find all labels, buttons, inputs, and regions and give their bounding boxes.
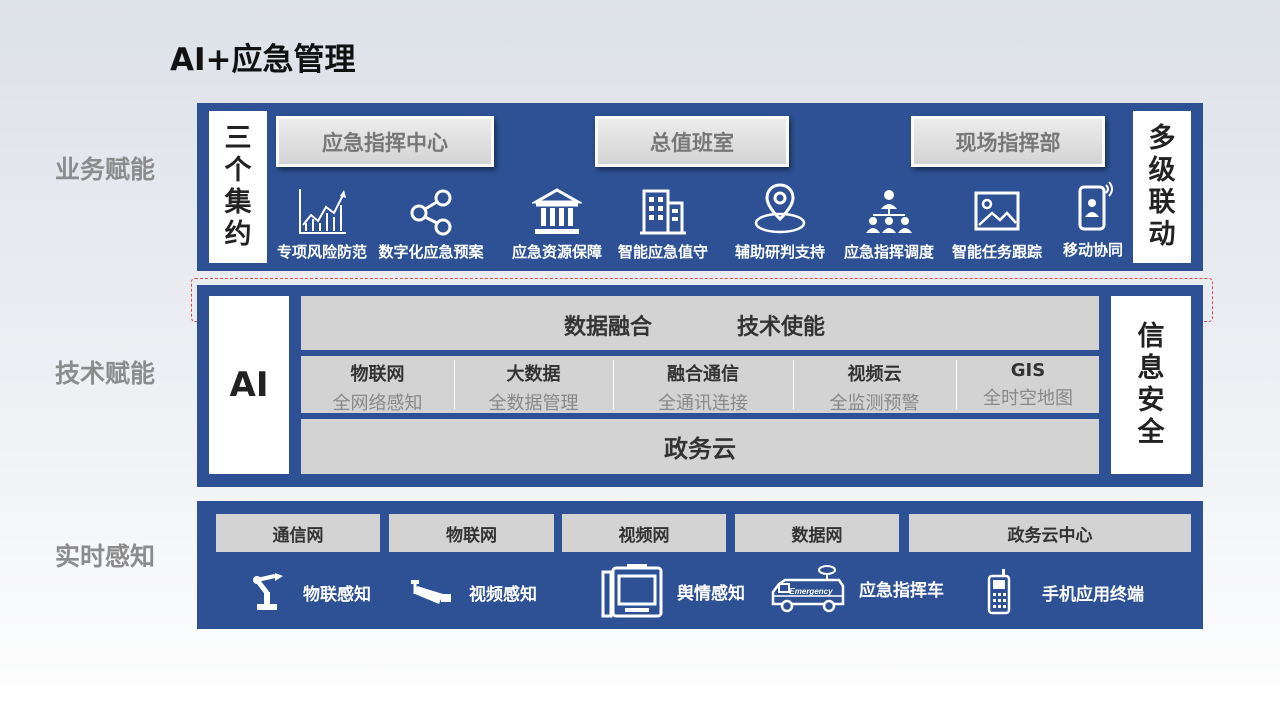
network-comm: 通信网 [216,514,380,552]
sensing-mobile-terminal-label: 手机应用终端 [1042,584,1144,605]
tech-cell-subtitle: 全网络感知 [332,393,423,414]
tech-cell-subtitle: 全数据管理 [488,393,579,414]
tech-cell-title: 大数据 [506,364,561,385]
page-title: AI+应急管理 [170,42,356,78]
bank-icon [532,188,582,234]
three-intensive-text: 三个集约 [224,123,252,250]
tech-cell-video-cloud: 视频云 全监测预警 [794,356,955,414]
share-icon [410,189,452,236]
business-panel: 三个集约 多级联动 应急指挥中心 总值班室 现场指挥部 专项风险防范 数字化应急 [197,103,1203,271]
mobile-collab-item[interactable]: 移动协同 [1031,179,1155,260]
info-security-box: 信息安全 [1111,296,1191,474]
risk-prevention-item[interactable]: 专项风险防范 [260,187,384,262]
realtime-panel: 通信网 物联网 视频网 数据网 政务云中心 物联感知 视频感知 舆情感知 Eme… [197,501,1203,629]
tech-cell-gis: GIS 全时空地图 [957,356,1099,411]
network-data: 数据网 [735,514,899,552]
decision-support-label: 辅助研判支持 [734,243,825,261]
chart-icon [299,189,346,234]
sensing-command-vehicle-label: 应急指挥车 [859,580,944,601]
building-icon [640,189,686,235]
network-video: 视频网 [562,514,726,552]
image-icon [974,191,1020,231]
digital-plan-label: 数字化应急预案 [378,243,484,261]
ai-text: AI [229,365,269,405]
label-tech: 技术赋能 [54,359,155,388]
tech-cell-subtitle: 全监测预警 [829,393,920,414]
ai-box: AI [209,296,289,474]
field-command-button[interactable]: 现场指挥部 [911,116,1105,167]
three-intensive-box: 三个集约 [209,111,267,263]
sensing-public-opinion: 舆情感知 [601,563,745,619]
tech-cell-title: 视频云 [847,364,902,385]
sensing-mobile-terminal: 手机应用终端 [986,565,1144,619]
label-business: 业务赋能 [54,155,155,184]
tech-cell-title: GIS [1010,360,1046,381]
camera-icon [411,580,451,604]
network-gov-cloud-center: 政务云中心 [909,514,1191,552]
command-dispatch-item[interactable]: 应急指挥调度 [827,187,951,262]
gov-cloud-bar: 政务云 [301,419,1099,474]
vehicle-text: Emergency [789,587,833,596]
duty-room-button[interactable]: 总值班室 [595,116,789,167]
smart-duty-item[interactable]: 智能应急值守 [601,187,725,262]
location-icon [754,183,806,234]
data-fusion-label: 数据融合 [564,315,653,340]
tech-enable-label: 技术使能 [737,315,826,340]
phone-icon [1078,181,1113,231]
tech-cell-subtitle: 全时空地图 [983,388,1073,409]
sensing-iot: 物联感知 [249,569,371,615]
digital-plan-item[interactable]: 数字化应急预案 [369,187,493,262]
sensing-video: 视频感知 [409,569,537,615]
smart-duty-label: 智能应急值守 [617,243,708,261]
decision-support-item[interactable]: 辅助研判支持 [718,181,842,262]
mobile-collab-label: 移动协同 [1062,241,1123,259]
gov-cloud-label: 政务云 [664,435,736,463]
command-dispatch-label: 应急指挥调度 [843,243,934,261]
network-iot: 物联网 [389,514,554,552]
label-realtime: 实时感知 [54,542,155,571]
data-fusion-bar: 数据融合 技术使能 [301,296,1099,350]
tech-cell-fusion-comm: 融合通信 全通讯连接 [614,356,792,414]
tech-cells-row: 物联网 全网络感知 大数据 全数据管理 融合通信 全通讯连接 视频云 全监测预警… [301,356,1099,414]
org-icon [866,190,912,233]
tech-panel: AI 信息安全 数据融合 技术使能 物联网 全网络感知 大数据 全数据管理 融合… [197,285,1203,487]
command-center-button[interactable]: 应急指挥中心 [276,116,494,167]
tech-cell-bigdata: 大数据 全数据管理 [455,356,612,414]
tech-cell-title: 物联网 [350,364,405,385]
robot-arm-icon [253,573,283,610]
kiosk-icon [601,564,663,618]
info-security-text: 信息安全 [1137,321,1165,448]
tech-cell-title: 融合通信 [667,364,739,385]
tech-cell-iot: 物联网 全网络感知 [301,356,454,414]
mobile-icon [987,569,1011,615]
tech-cell-subtitle: 全通讯连接 [658,393,748,414]
sensing-iot-label: 物联感知 [303,584,371,605]
sensing-command-vehicle: Emergency 应急指挥车 [771,559,944,617]
vehicle-icon: Emergency [771,565,845,613]
sensing-public-opinion-label: 舆情感知 [677,583,745,604]
sensing-video-label: 视频感知 [469,584,537,605]
risk-prevention-label: 专项风险防范 [276,243,367,261]
